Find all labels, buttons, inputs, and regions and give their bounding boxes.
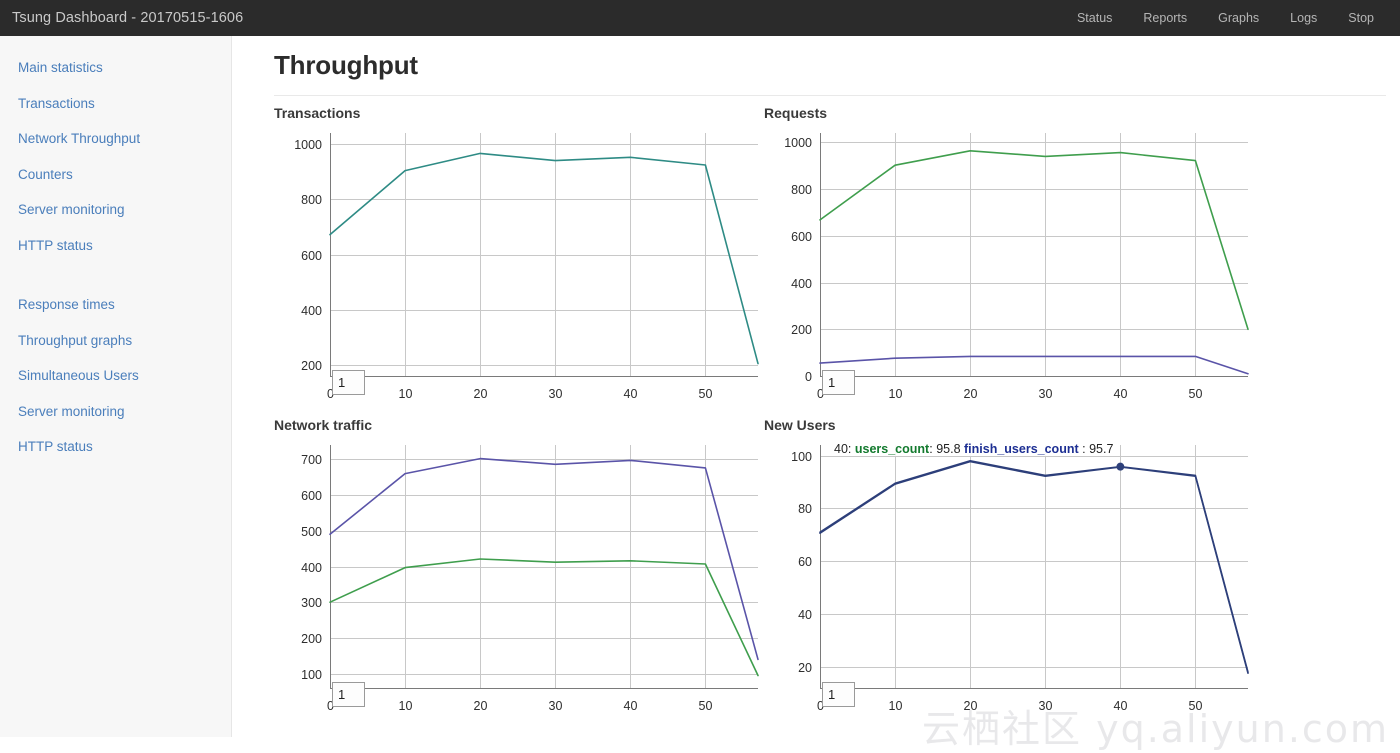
svg-text:10: 10	[889, 387, 903, 401]
tooltip-key-users-count: users_count	[854, 442, 930, 457]
svg-text:80: 80	[798, 502, 812, 516]
svg-text:400: 400	[301, 304, 322, 318]
svg-text:40: 40	[624, 387, 638, 401]
svg-text:30: 30	[1039, 699, 1053, 713]
svg-text:40: 40	[1114, 387, 1128, 401]
svg-text:0: 0	[805, 370, 812, 384]
svg-text:600: 600	[301, 249, 322, 263]
top-navigation: Status Reports Graphs Logs Stop	[1077, 11, 1374, 25]
svg-text:40: 40	[624, 699, 638, 713]
svg-text:10: 10	[889, 699, 903, 713]
plot-network-traffic[interactable]: 100 200 300 400 500 600 700 0 10 20 30 40 50 1	[274, 435, 764, 727]
sidebar-item-main-statistics[interactable]: Main statistics	[0, 50, 231, 86]
plot-requests[interactable]: 0 200 400 600 800 1000 0 10 20 30 40 50 1	[764, 123, 1254, 415]
svg-text:600: 600	[791, 230, 812, 244]
nav-item-stop[interactable]: Stop	[1348, 11, 1374, 25]
svg-text:40: 40	[1114, 699, 1128, 713]
svg-text:100: 100	[301, 668, 322, 682]
nav-item-status[interactable]: Status	[1077, 11, 1112, 25]
tooltip-key-finish-users-count: finish_users_count	[964, 442, 1079, 457]
charts-grid: Transactions 200 400 600 800 1000 0 10 20 30 40 50…	[274, 105, 1400, 730]
sidebar-item-network-throughput[interactable]: Network Throughput	[0, 121, 231, 157]
svg-text:1000: 1000	[784, 136, 812, 150]
nav-item-reports[interactable]: Reports	[1143, 11, 1187, 25]
tooltip-x: 40:	[834, 442, 852, 457]
sidebar-item-throughput-graphs[interactable]: Throughput graphs	[0, 323, 231, 359]
chart-panel-requests: Requests 0 200 400 600 800 1000 0 10 20 30 40 50 1	[764, 105, 1254, 418]
svg-text:500: 500	[301, 525, 322, 539]
svg-text:20: 20	[964, 699, 978, 713]
sidebar-item-simultaneous-users[interactable]: Simultaneous Users	[0, 358, 231, 394]
chart-panel-new-users: New Users 20 40 60 80 100 0 10 20 30 40 50 1 40: u…	[764, 417, 1254, 730]
svg-text:300: 300	[301, 596, 322, 610]
page-body: Main statistics Transactions Network Thr…	[0, 36, 1400, 751]
svg-text:40: 40	[798, 608, 812, 622]
sidebar-item-server-monitoring-2[interactable]: Server monitoring	[0, 394, 231, 430]
chart-title-transactions: Transactions	[274, 105, 361, 121]
svg-text:60: 60	[798, 555, 812, 569]
sidebar-item-transactions[interactable]: Transactions	[0, 86, 231, 122]
chart-tooltip-new-users: 40: users_count: 95.8 finish_users_count…	[832, 442, 1116, 457]
sidebar-item-counters[interactable]: Counters	[0, 157, 231, 193]
svg-text:50: 50	[1189, 387, 1203, 401]
nav-item-logs[interactable]: Logs	[1290, 11, 1317, 25]
tooltip-sep-2: :	[1082, 442, 1086, 457]
plot-transactions[interactable]: 200 400 600 800 1000 0 10 20 30 40 50 1	[274, 123, 764, 415]
sidebar-item-http-status-2[interactable]: HTTP status	[0, 429, 231, 465]
tooltip-value-users-count: 95.8	[936, 442, 961, 457]
svg-text:1000: 1000	[294, 138, 322, 152]
chart-panel-network-traffic: Network traffic 100 200 300 400 500 600 700 0 10…	[274, 417, 764, 730]
svg-text:100: 100	[791, 450, 812, 464]
svg-text:800: 800	[301, 193, 322, 207]
chart-legend-network-traffic[interactable]: 1	[332, 682, 365, 708]
svg-text:30: 30	[549, 387, 563, 401]
svg-text:20: 20	[474, 699, 488, 713]
svg-text:30: 30	[549, 699, 563, 713]
svg-text:700: 700	[301, 453, 322, 467]
svg-text:400: 400	[791, 277, 812, 291]
svg-text:50: 50	[1189, 699, 1203, 713]
svg-text:20: 20	[474, 387, 488, 401]
svg-text:600: 600	[301, 489, 322, 503]
svg-text:20: 20	[964, 387, 978, 401]
tooltip-sep-1: :	[929, 442, 933, 457]
main-content: Throughput Transactions 200 400 600 800 1000…	[232, 36, 1400, 751]
svg-text:800: 800	[791, 183, 812, 197]
svg-text:30: 30	[1039, 387, 1053, 401]
sidebar-item-response-times[interactable]: Response times	[0, 287, 231, 323]
title-divider	[274, 95, 1386, 96]
nav-item-graphs[interactable]: Graphs	[1218, 11, 1259, 25]
chart-title-network-traffic: Network traffic	[274, 417, 373, 433]
chart-title-requests: Requests	[764, 105, 828, 121]
svg-text:200: 200	[791, 323, 812, 337]
plot-new-users[interactable]: 20 40 60 80 100 0 10 20 30 40 50 1 40: users_count…	[764, 435, 1254, 727]
app-title: Tsung Dashboard - 20170515-1606	[12, 10, 244, 26]
sidebar-item-server-monitoring[interactable]: Server monitoring	[0, 192, 231, 228]
chart-title-new-users: New Users	[764, 417, 836, 433]
svg-text:200: 200	[301, 632, 322, 646]
tooltip-value-finish-users-count: 95.7	[1089, 442, 1114, 457]
sidebar-item-http-status[interactable]: HTTP status	[0, 228, 231, 264]
chart-panel-transactions: Transactions 200 400 600 800 1000 0 10 20 30 40 50…	[274, 105, 764, 418]
svg-text:400: 400	[301, 561, 322, 575]
top-bar: Tsung Dashboard - 20170515-1606 Status R…	[0, 0, 1400, 36]
svg-text:200: 200	[301, 359, 322, 373]
svg-text:20: 20	[798, 661, 812, 675]
svg-text:10: 10	[399, 699, 413, 713]
chart-legend-transactions[interactable]: 1	[332, 370, 365, 396]
chart-legend-new-users[interactable]: 1	[822, 682, 855, 708]
chart-legend-requests[interactable]: 1	[822, 370, 855, 396]
page-title: Throughput	[274, 50, 418, 80]
sidebar-divider	[0, 263, 231, 287]
svg-text:50: 50	[699, 387, 713, 401]
sidebar: Main statistics Transactions Network Thr…	[0, 36, 232, 737]
svg-text:10: 10	[399, 387, 413, 401]
svg-text:50: 50	[699, 699, 713, 713]
